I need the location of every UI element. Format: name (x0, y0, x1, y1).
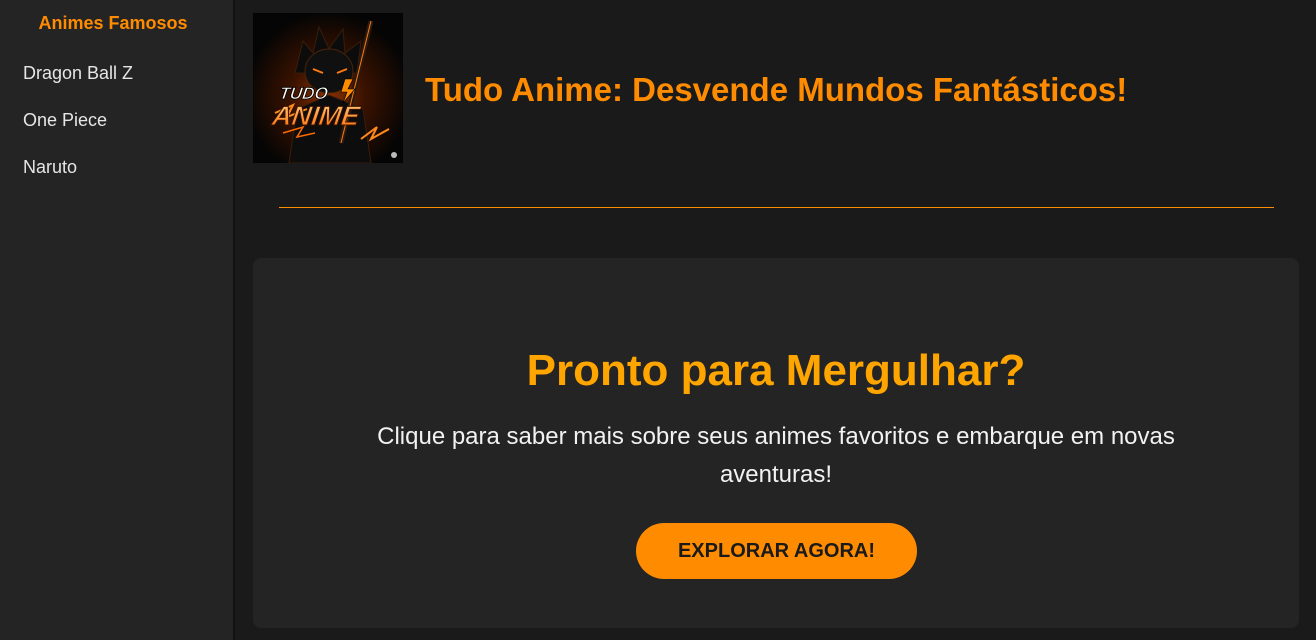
sidebar: Animes Famosos Dragon Ball Z One Piece N… (0, 0, 233, 640)
explore-button[interactable]: EXPLORAR AGORA! (636, 523, 917, 579)
svg-text:ANIME: ANIME (269, 100, 362, 131)
tudo-anime-logo: TUDO ANIME (253, 13, 403, 164)
cta-title: Pronto para Mergulhar? (526, 346, 1026, 395)
sidebar-title: Animes Famosos (38, 13, 188, 33)
sidebar-item-dragon-ball-z[interactable]: Dragon Ball Z (23, 62, 133, 84)
cta-panel: Pronto para Mergulhar? Clique para saber… (253, 258, 1299, 628)
sidebar-divider (233, 0, 235, 640)
site-title: Tudo Anime: Desvende Mundos Fantásticos! (425, 71, 1128, 108)
cta-text: Clique para saber mais sobre seus animes… (377, 423, 1175, 488)
header-divider (279, 207, 1274, 208)
sidebar-item-one-piece[interactable]: One Piece (23, 109, 107, 131)
sidebar-item-naruto[interactable]: Naruto (23, 156, 77, 178)
